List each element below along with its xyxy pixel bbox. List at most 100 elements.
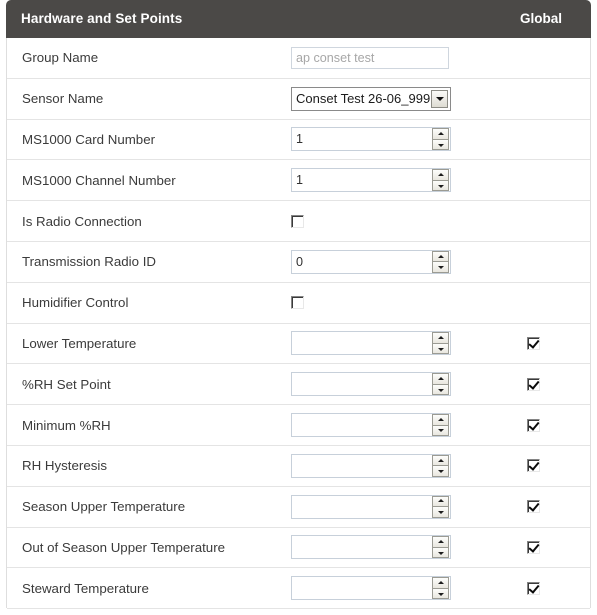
caret-up-icon	[437, 499, 444, 503]
group-name-input[interactable]	[291, 46, 449, 69]
settings-row: Humidifier Control	[7, 283, 590, 324]
season-upper-temperature-stepper[interactable]	[291, 494, 451, 519]
humidifier-control-checkbox[interactable]	[291, 296, 304, 310]
stepper-value[interactable]: 1	[292, 169, 432, 191]
is-radio-connection-checkbox[interactable]	[291, 214, 304, 228]
row-label-out-of-season-upper-temperature: Out of Season Upper Temperature	[22, 539, 226, 555]
settings-row: RH Hysteresis	[7, 446, 590, 487]
settings-row: MS1000 Channel Number 1	[7, 160, 590, 202]
steward-temperature-stepper[interactable]	[291, 576, 451, 601]
hardware-set-points-panel: Hardware and Set Points Global Group Nam…	[0, 0, 597, 615]
caret-up-icon	[437, 336, 444, 340]
stepper-buttons	[432, 495, 449, 518]
row-label-ms1000-card-number: MS1000 Card Number	[22, 131, 156, 147]
stepper-decrement-button[interactable]	[432, 547, 449, 559]
transmission-radio-id-stepper[interactable]: 0	[291, 249, 451, 274]
stepper-buttons	[432, 332, 449, 355]
out-of-season-upper-temperature-stepper[interactable]	[291, 535, 451, 560]
row-control-cell	[291, 487, 451, 527]
pct-rh-set-point-stepper[interactable]	[291, 372, 451, 397]
row-control-cell	[291, 528, 451, 568]
global-cell	[518, 324, 548, 364]
caret-down-icon	[437, 429, 444, 433]
stepper-value[interactable]: 1	[292, 128, 432, 150]
settings-table: Group Name Sensor Name Conset Test 26-06_9…	[6, 38, 591, 610]
row-label-humidifier-control: Humidifier Control	[22, 295, 129, 311]
stepper-value[interactable]: 0	[292, 251, 432, 273]
global-cell	[518, 364, 548, 404]
stepper-increment-button[interactable]	[432, 414, 449, 426]
stepper-decrement-button[interactable]	[432, 139, 449, 151]
caret-up-icon	[437, 540, 444, 544]
stepper-decrement-button[interactable]	[432, 425, 449, 437]
stepper-decrement-button[interactable]	[432, 507, 449, 518]
caret-up-icon	[437, 173, 444, 177]
rh-hysteresis-stepper[interactable]	[291, 453, 451, 478]
global-checkbox-lower-temperature[interactable]	[526, 336, 540, 350]
stepper-increment-button[interactable]	[432, 250, 449, 263]
caret-up-icon	[437, 254, 444, 258]
stepper-decrement-button[interactable]	[432, 262, 449, 273]
settings-row: Sensor Name Conset Test 26-06_999	[7, 79, 590, 120]
settings-row: Minimum %RH	[7, 405, 590, 446]
row-label-minimum-pct-rh: Minimum %RH	[22, 417, 111, 433]
global-checkbox-steward-temperature[interactable]	[526, 581, 540, 595]
settings-row: %RH Set Point	[7, 364, 590, 406]
ms1000-channel-number-stepper[interactable]: 1	[291, 168, 451, 193]
row-control-cell	[291, 446, 451, 486]
stepper-decrement-button[interactable]	[432, 588, 449, 600]
lower-temperature-stepper[interactable]	[291, 331, 451, 356]
caret-up-icon	[437, 417, 444, 421]
row-label-transmission-radio-id: Transmission Radio ID	[22, 254, 156, 270]
row-label-rh-hysteresis: RH Hysteresis	[22, 458, 107, 474]
global-checkbox-pct-rh-set-point[interactable]	[526, 377, 540, 391]
caret-down-icon	[437, 143, 444, 147]
global-checkbox-out-of-season-upper-temperature[interactable]	[526, 540, 540, 554]
stepper-increment-button[interactable]	[432, 495, 449, 508]
stepper-buttons	[432, 373, 449, 396]
stepper-increment-button[interactable]	[432, 577, 449, 589]
stepper-increment-button[interactable]	[432, 169, 449, 181]
global-checkbox-season-upper-temperature[interactable]	[526, 500, 540, 514]
stepper-decrement-button[interactable]	[432, 384, 449, 396]
caret-down-icon	[437, 266, 444, 270]
caret-down-icon	[437, 592, 444, 596]
row-control-cell	[291, 324, 451, 364]
select-selected-value: Conset Test 26-06_999	[296, 91, 431, 107]
row-control-cell: Conset Test 26-06_999	[291, 79, 451, 119]
stepper-increment-button[interactable]	[432, 536, 449, 548]
global-checkbox-rh-hysteresis[interactable]	[526, 459, 540, 473]
stepper-increment-button[interactable]	[432, 332, 449, 344]
global-checkbox-minimum-pct-rh[interactable]	[526, 418, 540, 432]
stepper-decrement-button[interactable]	[432, 343, 449, 355]
row-control-cell	[291, 568, 451, 608]
row-control-cell: 1	[291, 160, 451, 200]
caret-up-icon	[437, 458, 444, 462]
row-control-cell: 0	[291, 242, 451, 282]
settings-row: Steward Temperature	[7, 568, 590, 610]
row-control-cell	[291, 201, 304, 241]
global-cell	[518, 528, 548, 568]
stepper-buttons	[432, 577, 449, 600]
stepper-increment-button[interactable]	[432, 454, 449, 467]
row-label-steward-temperature: Steward Temperature	[22, 580, 149, 596]
row-label-season-upper-temperature: Season Upper Temperature	[22, 499, 186, 515]
row-label-pct-rh-set-point: %RH Set Point	[22, 376, 111, 392]
stepper-increment-button[interactable]	[432, 373, 449, 385]
row-label-is-radio-connection: Is Radio Connection	[22, 213, 142, 229]
minimum-pct-rh-stepper[interactable]	[291, 413, 451, 438]
stepper-decrement-button[interactable]	[432, 180, 449, 192]
global-cell	[518, 487, 548, 527]
settings-row: Is Radio Connection	[7, 201, 590, 242]
stepper-increment-button[interactable]	[432, 128, 449, 140]
ms1000-card-number-stepper[interactable]: 1	[291, 127, 451, 152]
settings-row: Lower Temperature	[7, 324, 590, 365]
caret-down-icon	[437, 184, 444, 188]
caret-down-icon	[437, 388, 444, 392]
stepper-buttons	[432, 536, 449, 559]
stepper-decrement-button[interactable]	[432, 466, 449, 477]
sensor-name-select[interactable]: Conset Test 26-06_999	[291, 86, 451, 111]
global-cell	[518, 568, 548, 608]
chevron-down-icon[interactable]	[431, 89, 448, 108]
settings-row: Out of Season Upper Temperature	[7, 528, 590, 569]
